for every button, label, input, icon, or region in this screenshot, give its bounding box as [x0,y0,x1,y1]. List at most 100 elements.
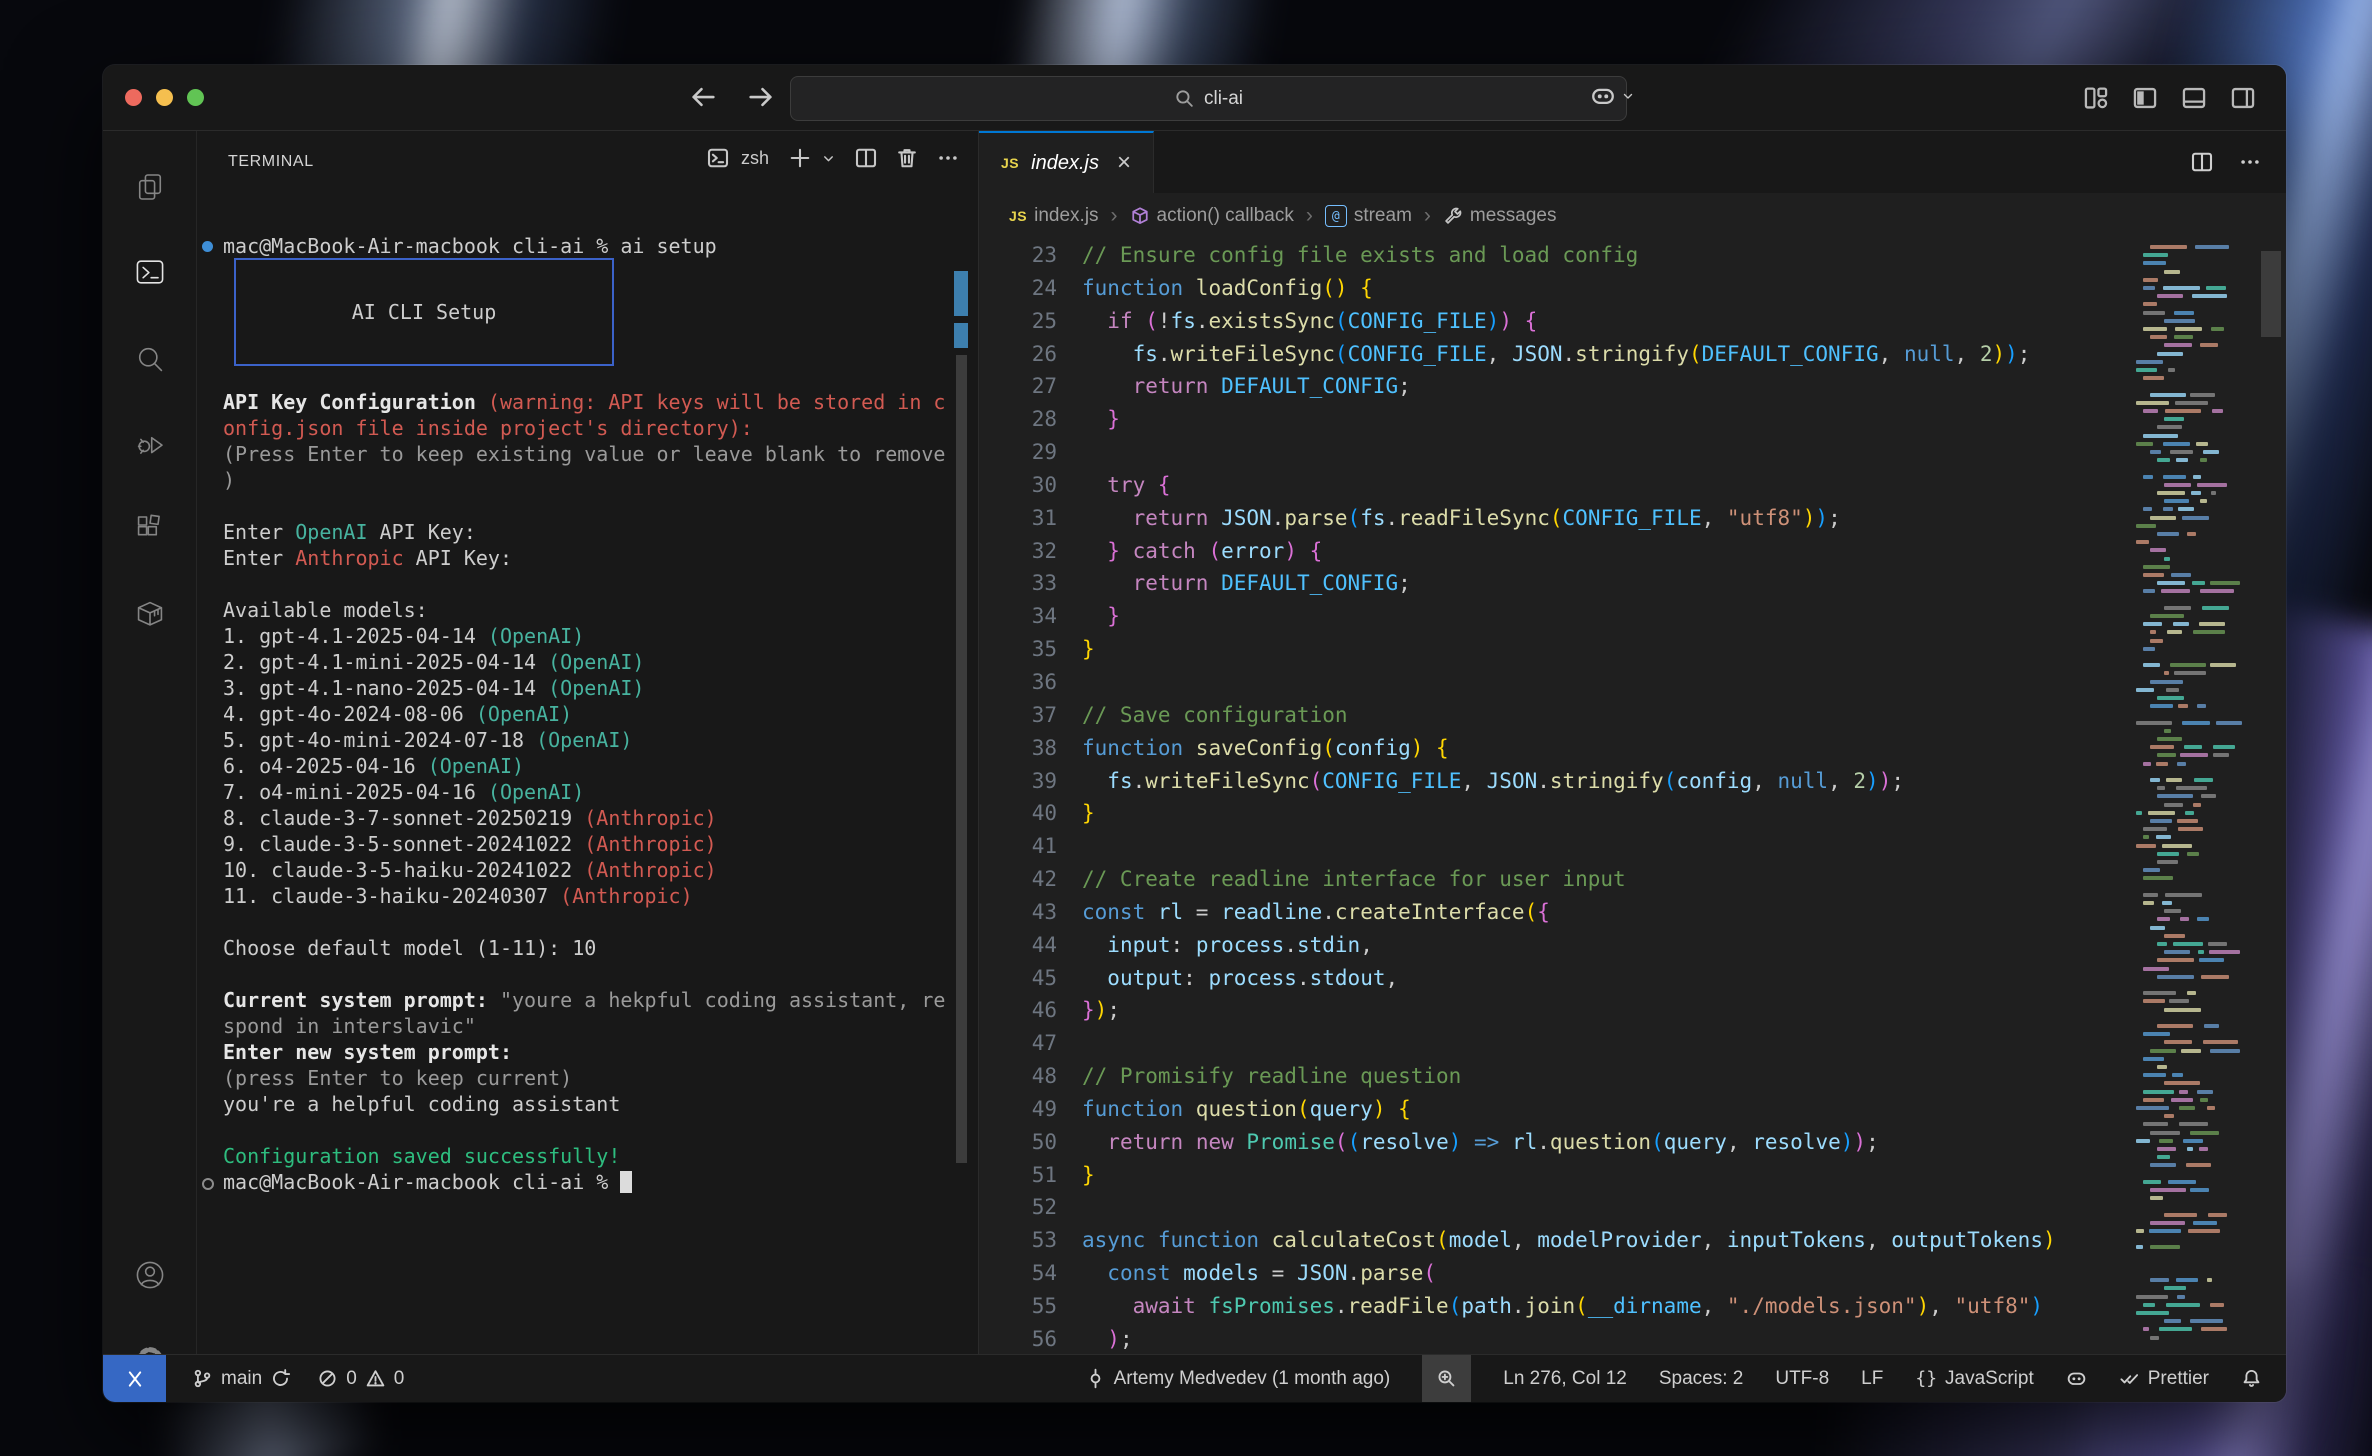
terminal-line [223,285,936,311]
terminal-text: 7. o4-mini-2025-04-16 [223,780,488,804]
toggle-primary-sidebar-icon[interactable] [2132,85,2158,111]
line-number: 31 [979,502,1057,535]
minimap-line [2143,663,2160,667]
extensions-icon[interactable] [134,513,166,545]
minimap-line [2150,335,2167,339]
package-box-icon[interactable] [134,598,166,630]
code-text: return DEFAULT_CONFIG; [1057,567,1411,600]
minimap-line [2136,844,2156,848]
breadcrumb-file[interactable]: JS index.js [1009,205,1099,227]
split-terminal-icon[interactable] [854,146,878,170]
terminal-text: 2. gpt-4.1-mini-2025-04-14 [223,650,548,674]
command-decoration-dot-icon [202,241,213,252]
terminal-text: 3. gpt-4.1-nano-2025-04-14 [223,676,548,700]
breadcrumb-symbol-messages[interactable]: messages [1443,205,1557,227]
terminal-line: 8. claude-3-7-sonnet-20250219 (Anthropic… [223,805,936,831]
scrollbar-thumb[interactable] [956,355,967,1163]
traffic-lights [125,89,204,106]
code-line: 42// Create readline interface for user … [979,863,2286,896]
minimap[interactable] [2136,239,2250,1355]
breadcrumb-symbol-callback[interactable]: action() callback [1130,205,1294,227]
customize-layout-icon[interactable] [2083,85,2109,111]
split-editor-icon[interactable] [2190,150,2214,174]
close-tab-icon[interactable]: × [1117,151,1131,175]
remote-icon [124,1368,146,1390]
minimap-line [2167,630,2182,634]
terminal-text: (OpenAI) [488,624,584,648]
code-editor[interactable]: 23// Ensure config file exists and load … [979,239,2286,1355]
code-text: const rl = readline.createInterface({ [1057,896,1550,929]
indentation-status[interactable]: Spaces: 2 [1659,1368,1744,1390]
minimap-line [2179,1090,2188,1094]
search-view-icon[interactable] [134,343,166,375]
run-and-debug-icon[interactable] [134,428,166,460]
kill-terminal-trash-icon[interactable] [895,146,919,170]
line-number: 43 [979,896,1057,929]
git-blame-status[interactable]: Artemy Medvedev (1 month ago) [1085,1368,1391,1390]
code-text: return JSON.parse(fs.readFileSync(CONFIG… [1057,502,1841,535]
minimap-line [2187,991,2196,995]
line-number: 30 [979,469,1057,502]
code-text: return DEFAULT_CONFIG; [1057,370,1411,403]
encoding-status[interactable]: UTF-8 [1775,1368,1829,1390]
line-number: 42 [979,863,1057,896]
line-number: 40 [979,797,1057,830]
editor-scrollbar-thumb[interactable] [2261,251,2281,337]
toggle-panel-icon[interactable] [2181,85,2207,111]
back-arrow-icon[interactable] [688,82,718,112]
notifications-status[interactable] [2241,1368,2262,1389]
more-actions-icon[interactable] [936,146,960,170]
toggle-secondary-sidebar-icon[interactable] [2230,85,2256,111]
line-number: 32 [979,535,1057,568]
code-line: 36 [979,666,2286,699]
breadcrumb-symbol-stream[interactable]: @ stream [1325,205,1412,227]
terminal-line: onfig.json file inside project's directo… [223,415,936,441]
problems-status[interactable]: 0 0 [317,1368,404,1390]
command-center-search[interactable]: cli-ai [790,76,1627,121]
maximize-window-button[interactable] [187,89,204,106]
minimap-line [2187,1147,2193,1151]
close-window-button[interactable] [125,89,142,106]
chevron-down-icon[interactable] [820,150,837,167]
language-mode-status[interactable]: {} JavaScript [1915,1368,2033,1390]
code-text: } catch (error) { [1057,535,1322,568]
terminal-view-icon[interactable] [134,256,166,288]
line-number: 36 [979,666,1057,699]
minimap-line [2190,1319,2223,1323]
minimap-line [2192,581,2205,585]
line-number: 25 [979,305,1057,338]
minimize-window-button[interactable] [156,89,173,106]
terminal-output[interactable]: mac@MacBook-Air-macbook cli-ai % ai setu… [223,233,936,1195]
zoom-status[interactable] [1422,1355,1471,1402]
minimap-line [2143,1057,2164,1061]
minimap-line [2197,483,2227,487]
minimap-line [2143,762,2151,766]
terminal-line: 7. o4-mini-2025-04-16 (OpenAI) [223,779,936,805]
explorer-files-icon[interactable] [134,171,166,203]
minimap-line [2150,1221,2185,1225]
terminal-line [223,909,936,935]
account-icon[interactable] [134,1259,166,1291]
more-actions-icon[interactable] [2238,150,2262,174]
terminal-panel-title[interactable]: TERMINAL [228,153,314,171]
terminal-viewport[interactable]: AI CLI Setup mac@MacBook-Air-macbook cli… [197,195,978,1355]
line-number: 23 [979,239,1057,272]
minimap-line [2164,557,2170,561]
formatter-status[interactable]: Prettier [2119,1368,2209,1390]
git-branch-status[interactable]: main [192,1368,291,1390]
minimap-line [2164,729,2171,733]
minimap-line [2194,778,2213,782]
new-terminal-icon[interactable] [788,146,812,170]
minimap-line [2143,1032,2170,1036]
terminal-scrollbar[interactable] [951,195,971,1355]
forward-arrow-icon[interactable] [746,82,776,112]
eol-status[interactable]: LF [1861,1368,1883,1390]
minimap-line [2206,286,2226,290]
copilot-status[interactable] [2066,1368,2087,1389]
cursor-position-status[interactable]: Ln 276, Col 12 [1503,1368,1627,1390]
remote-indicator[interactable] [103,1355,166,1402]
minimap-line [2201,794,2216,798]
shell-name[interactable]: zsh [741,148,769,169]
tab-index-js[interactable]: JS index.js × [979,131,1154,193]
copilot-menu[interactable] [1590,83,1636,109]
